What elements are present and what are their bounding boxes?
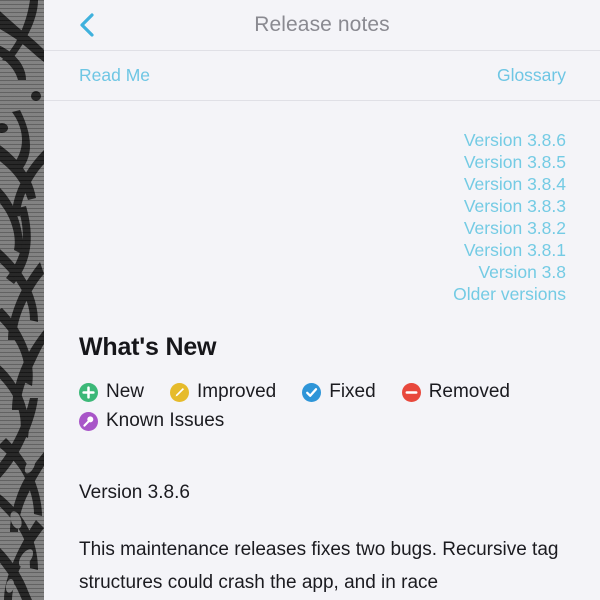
version-link-list: Version 3.8.6 Version 3.8.5 Version 3.8.… — [79, 129, 566, 305]
legend-item-improved: Improved — [170, 381, 276, 403]
artwork-vector — [0, 0, 44, 600]
minus-circle-icon — [401, 382, 421, 402]
back-button[interactable] — [70, 8, 104, 42]
legend-label: Fixed — [329, 381, 376, 402]
legend-label: Known Issues — [106, 410, 225, 431]
version-link[interactable]: Version 3.8 — [478, 261, 566, 283]
version-link[interactable]: Version 3.8.6 — [464, 129, 566, 151]
subnav-link-glossary[interactable]: Glossary — [497, 65, 566, 86]
plus-circle-icon — [79, 382, 98, 402]
legend-item-new: New — [79, 381, 144, 403]
main-panel: Release notes Read Me Glossary Version 3… — [44, 0, 600, 600]
legend-item-known-issues: Known Issues — [79, 410, 224, 432]
version-link[interactable]: Version 3.8.1 — [464, 239, 566, 261]
version-link[interactable]: Version 3.8.4 — [464, 173, 566, 195]
decorative-side-artwork — [0, 0, 44, 600]
version-link-older-versions[interactable]: Older versions — [453, 283, 566, 305]
subnav-bar: Read Me Glossary — [44, 51, 600, 101]
check-circle-icon — [302, 382, 322, 402]
pencil-circle-icon — [170, 382, 190, 402]
legend-item-fixed: Fixed — [302, 381, 376, 403]
pin-circle-icon — [79, 411, 98, 431]
version-link[interactable]: Version 3.8.3 — [464, 195, 566, 217]
legend-list: New Improved Fixed Removed Known Issues — [79, 381, 566, 432]
release-version-heading: Version 3.8.6 — [79, 482, 190, 503]
legend-label: New — [106, 381, 145, 402]
content-area: Version 3.8.6 Version 3.8.5 Version 3.8.… — [44, 129, 600, 600]
page-title: Release notes — [254, 13, 390, 36]
chevron-left-icon — [79, 13, 95, 37]
version-link[interactable]: Version 3.8.5 — [464, 151, 566, 173]
legend-label: Improved — [197, 381, 277, 402]
subnav-link-read-me[interactable]: Read Me — [79, 65, 150, 86]
release-body-text: This maintenance releases fixes two bugs… — [79, 539, 559, 593]
legend-label: Removed — [428, 381, 511, 402]
whats-new-heading: What's New — [79, 333, 217, 361]
app-window: Release notes Read Me Glossary Version 3… — [0, 0, 600, 600]
legend-item-removed: Removed — [401, 381, 511, 403]
version-link[interactable]: Version 3.8.2 — [464, 217, 566, 239]
page-header: Release notes — [44, 0, 600, 51]
